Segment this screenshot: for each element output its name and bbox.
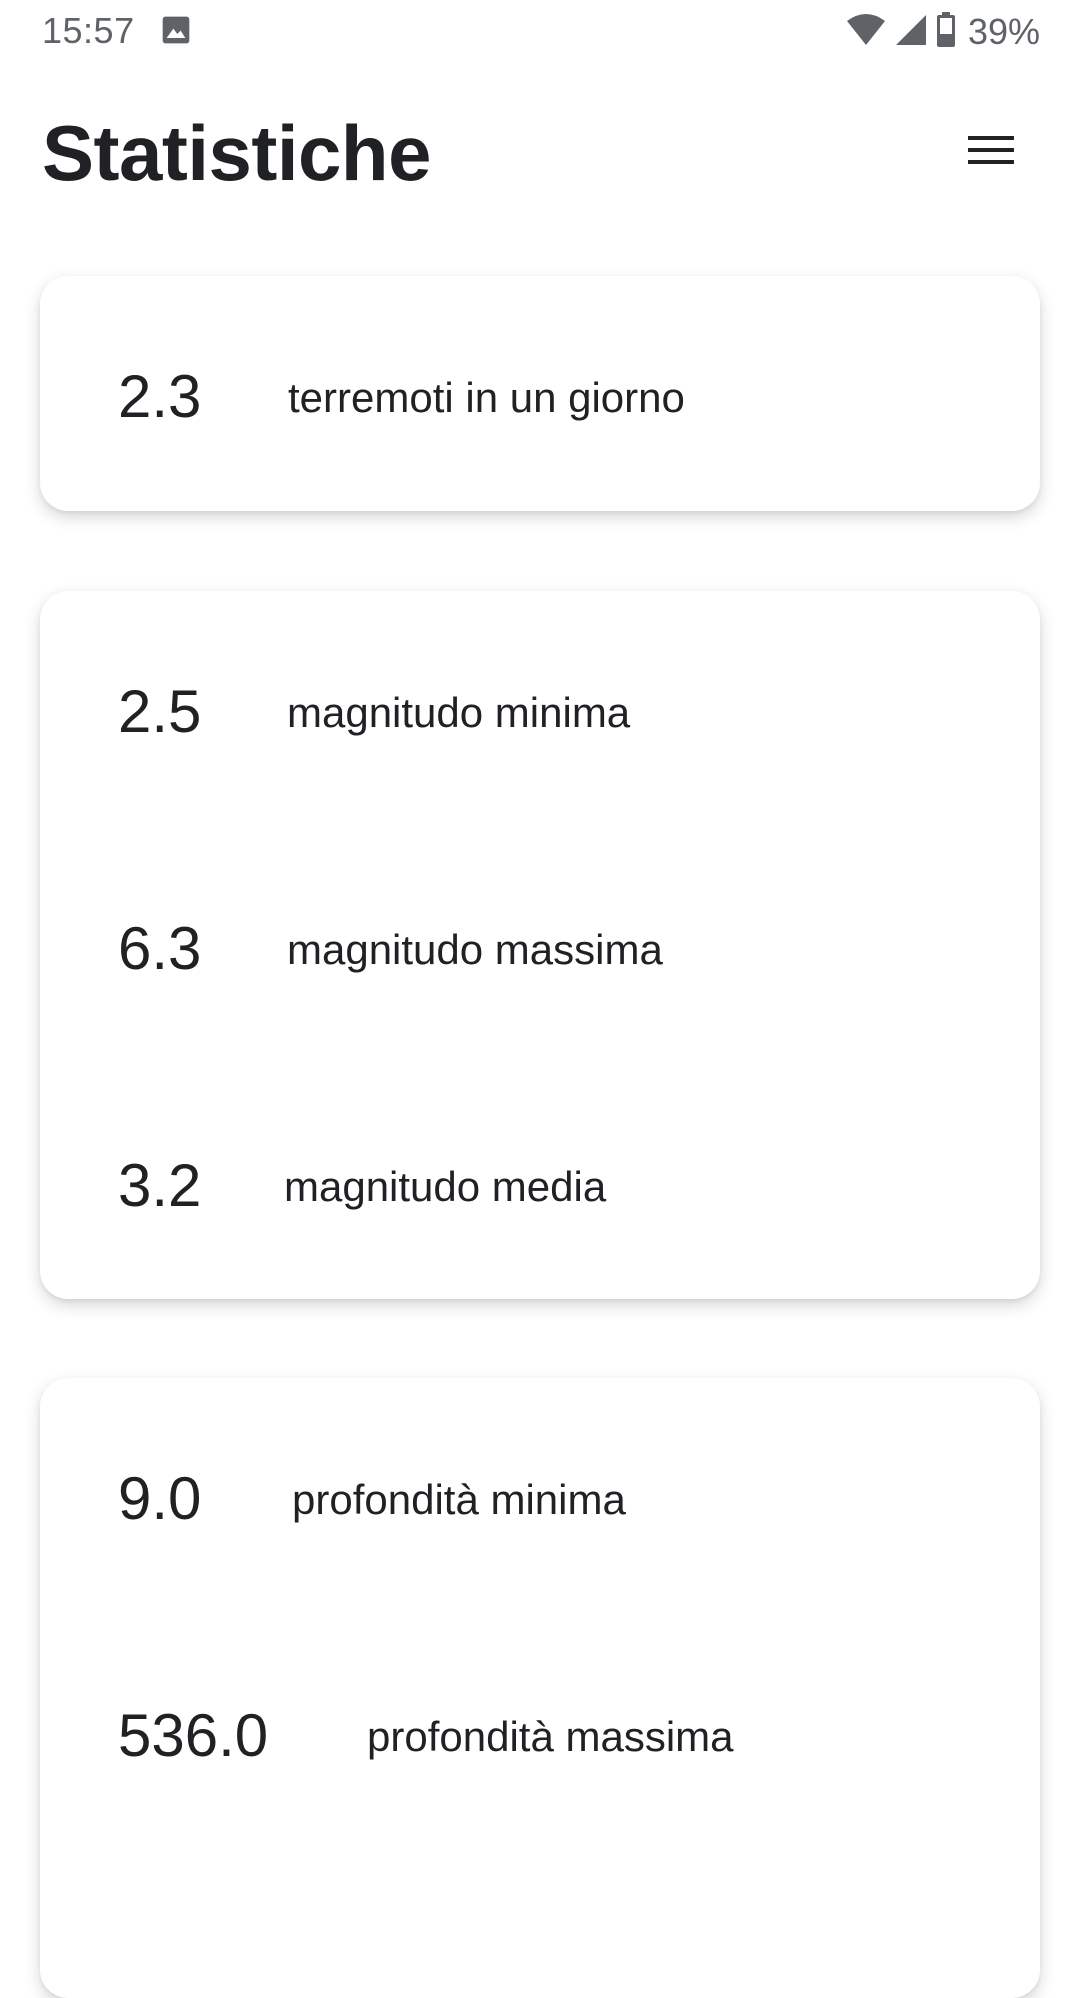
stats-card-depth: 9.0 profondità minima 536.0 profondità m…	[40, 1378, 1040, 1998]
stat-label: magnitudo massima	[287, 926, 663, 973]
hamburger-menu-icon	[950, 136, 1030, 184]
stat-value: 9.0	[118, 1465, 202, 1532]
cell-signal-icon	[894, 13, 928, 52]
status-icons: 39%	[846, 10, 1040, 54]
stat-row-avg-magnitude: 3.2 magnitudo media	[40, 1123, 1040, 1243]
stats-card-daily: 2.3 terremoti in un giorno	[40, 276, 1040, 511]
stat-row-min-depth: 9.0 profondità minima	[40, 1436, 1040, 1556]
status-time: 15:57	[42, 10, 135, 51]
stat-row-max-depth: 536.0 profondità massima	[40, 1673, 1040, 1793]
stat-row-earthquakes-per-day: 2.3 terremoti in un giorno	[40, 334, 1040, 454]
status-bar: 15:57 39%	[0, 0, 1080, 64]
stat-label: profondità massima	[367, 1713, 734, 1760]
stat-value: 536.0	[118, 1702, 269, 1769]
stat-value: 3.2	[118, 1152, 202, 1219]
stat-label: magnitudo minima	[287, 689, 631, 736]
stat-label: profondità minima	[292, 1476, 626, 1523]
stat-value: 6.3	[118, 915, 202, 982]
photo-icon	[160, 14, 192, 46]
stat-value: 2.3	[118, 363, 202, 430]
stat-label: terremoti in un giorno	[288, 374, 685, 421]
wifi-icon	[846, 13, 886, 52]
stat-row-min-magnitude: 2.5 magnitudo minima	[40, 649, 1040, 769]
app-header: Statistiche	[0, 100, 1080, 220]
menu-button[interactable]	[950, 120, 1030, 180]
battery-icon	[936, 11, 956, 53]
page-title: Statistiche	[42, 109, 431, 197]
stat-label: magnitudo media	[284, 1163, 607, 1210]
battery-percentage: 39%	[967, 11, 1040, 52]
stat-row-max-magnitude: 6.3 magnitudo massima	[40, 886, 1040, 1006]
stat-value: 2.5	[118, 678, 202, 745]
stats-card-magnitude: 2.5 magnitudo minima 6.3 magnitudo massi…	[40, 591, 1040, 1299]
